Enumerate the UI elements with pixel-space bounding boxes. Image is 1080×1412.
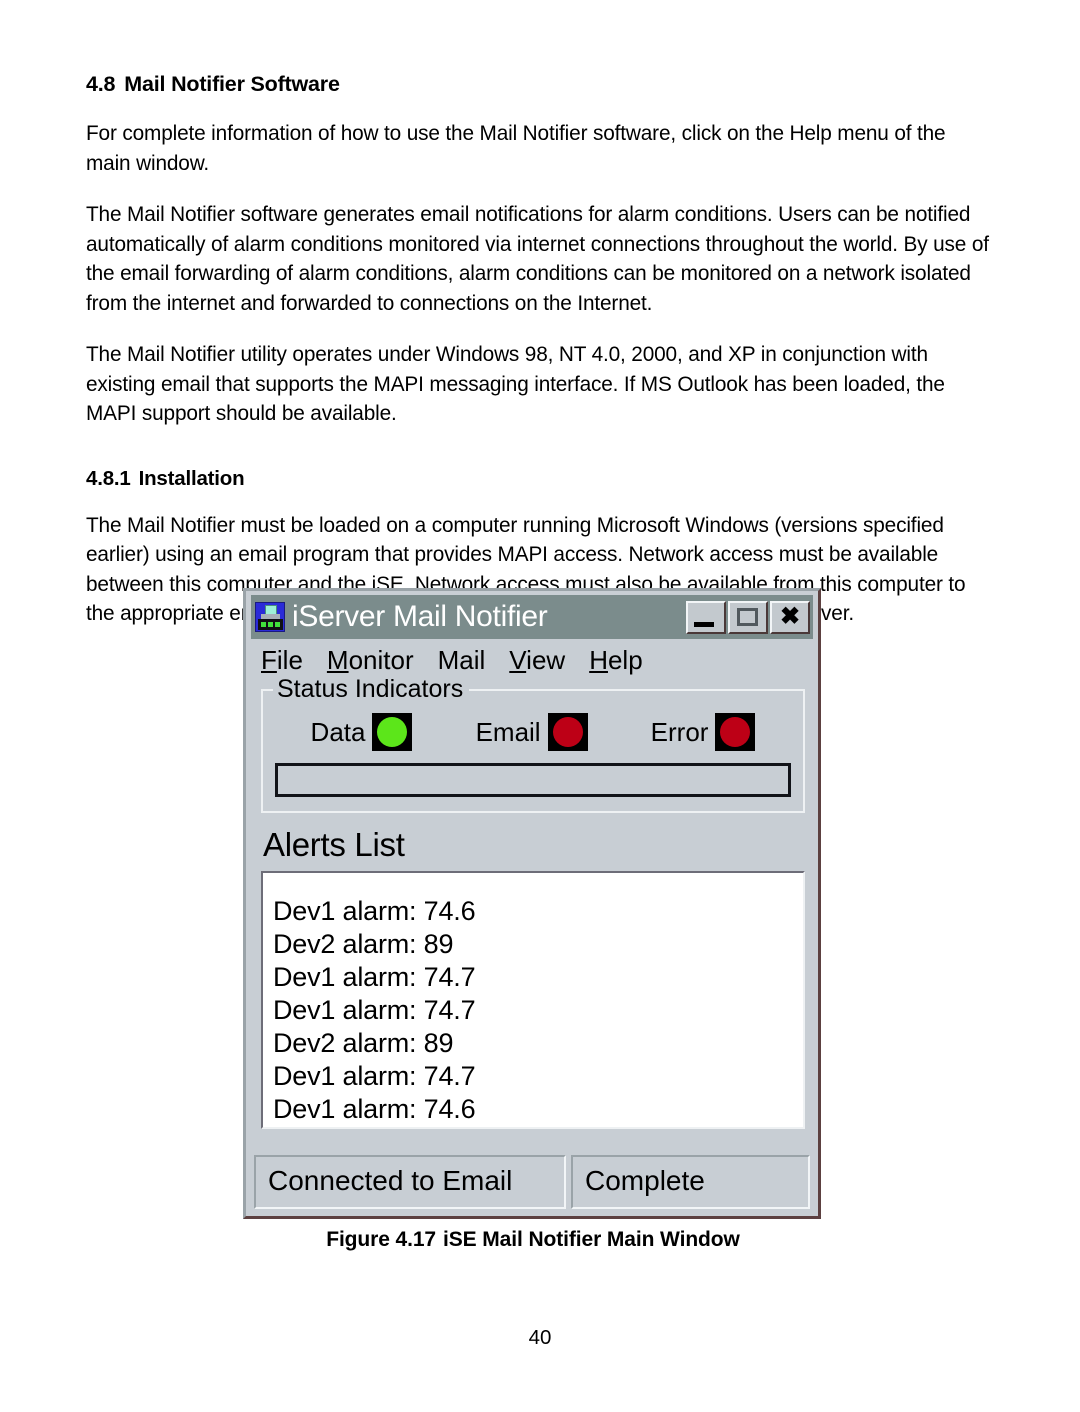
- menu-item-monitor[interactable]: Monitor: [327, 645, 414, 675]
- section-heading: 4.8 Mail Notifier Software: [86, 72, 994, 97]
- menu-accel-view: V: [509, 645, 527, 675]
- figure-4-17: iServer Mail Notifier ✖ File Monitor Mai…: [243, 588, 823, 1252]
- page-number: 40: [528, 1326, 552, 1349]
- error-led-icon: [720, 717, 751, 747]
- alerts-list-title: Alerts List: [263, 826, 405, 863]
- status-led-error-box: [715, 713, 756, 751]
- alerts-list[interactable]: Dev1 alarm: 74.6 Dev2 alarm: 89 Dev1 alarm…: [261, 871, 805, 1129]
- alert-list-item[interactable]: Dev2 alarm: 89: [273, 928, 803, 961]
- paragraph-3: The Mail Notifier utility operates under…: [86, 343, 945, 425]
- menu-item-view[interactable]: View: [509, 645, 565, 675]
- status-led-error-label: Error: [650, 717, 709, 747]
- status-led-email: Email: [476, 713, 588, 751]
- subsection-title: Installation: [138, 466, 245, 490]
- title-bar: iServer Mail Notifier ✖: [251, 595, 813, 639]
- minimize-button[interactable]: [686, 600, 726, 634]
- iserver-device-icon: [255, 602, 285, 632]
- document-page: 4.8 Mail Notifier Software For complete i…: [0, 0, 1080, 1412]
- menu-accel-help: H: [589, 645, 608, 675]
- figure-caption-text: iSE Mail Notifier Main Window: [443, 1228, 740, 1251]
- menu-label-help: elp: [607, 645, 643, 675]
- paragraph-2: The Mail Notifier software generates ema…: [86, 203, 989, 315]
- status-led-data: Data: [311, 713, 413, 751]
- maximize-icon: [737, 607, 758, 626]
- menu-accel-file: F: [261, 645, 277, 675]
- maximize-button[interactable]: [728, 600, 768, 634]
- window-title: iServer Mail Notifier: [292, 601, 548, 633]
- status-leds-row: Data Email Error: [273, 711, 793, 751]
- menu-label-file: ile: [276, 645, 303, 675]
- close-button[interactable]: ✖: [770, 600, 810, 634]
- subsection-number: 4.8.1: [86, 466, 131, 490]
- alert-list-item[interactable]: Dev1 alarm: 74.7: [273, 1060, 803, 1093]
- menu-item-file[interactable]: File: [261, 645, 303, 675]
- figure-caption: Figure 4.17 iSE Mail Notifier Main Window: [243, 1228, 823, 1252]
- status-led-email-label: Email: [475, 717, 541, 747]
- status-indicators-group: Status Indicators Data Email Error: [261, 675, 805, 813]
- section-number: 4.8: [86, 72, 116, 96]
- status-led-email-box: [547, 713, 588, 751]
- menu-accel-monitor: M: [326, 645, 349, 675]
- email-led-icon: [552, 717, 583, 747]
- window-controls: ✖: [686, 600, 810, 634]
- close-icon: ✖: [779, 603, 801, 630]
- status-led-data-box: [372, 713, 413, 751]
- paragraph-1: For complete information of how to use t…: [86, 122, 946, 175]
- app-window: iServer Mail Notifier ✖ File Monitor Mai…: [243, 588, 821, 1219]
- menu-item-help[interactable]: Help: [589, 645, 642, 675]
- figure-caption-number: Figure 4.17: [326, 1228, 436, 1251]
- minimize-icon: [694, 621, 714, 627]
- document-body: 4.8 Mail Notifier Software For complete i…: [86, 72, 994, 629]
- menu-label-monitor: onitor: [348, 645, 414, 675]
- status-led-data-label: Data: [310, 717, 366, 747]
- section-title: Mail Notifier Software: [124, 72, 340, 96]
- menu-item-mail[interactable]: Mail: [438, 645, 486, 675]
- menu-label-mail: Mail: [437, 645, 486, 675]
- menu-bar: File Monitor Mail View Help: [251, 639, 813, 677]
- status-bar: Connected to Email Complete: [254, 1155, 810, 1209]
- menu-label-view: iew: [526, 645, 566, 675]
- status-message-field[interactable]: [275, 763, 791, 797]
- status-led-error: Error: [651, 713, 756, 751]
- alert-list-item[interactable]: Dev1 alarm: 74.6: [273, 895, 803, 928]
- alert-list-item[interactable]: Dev2 alarm: 89: [273, 1027, 803, 1060]
- subsection-heading: 4.8.1 Installation: [86, 467, 994, 491]
- status-bar-panel-connection: Connected to Email: [254, 1155, 566, 1209]
- status-indicators-title: Status Indicators: [273, 675, 470, 703]
- data-led-icon: [377, 717, 408, 747]
- alert-list-item[interactable]: Dev1 alarm: 74.7: [273, 961, 803, 994]
- alert-list-item[interactable]: Dev1 alarm: 74.6: [273, 1093, 803, 1126]
- status-bar-panel-progress: Complete: [571, 1155, 810, 1209]
- alert-list-item[interactable]: Dev1 alarm: 74.7: [273, 994, 803, 1027]
